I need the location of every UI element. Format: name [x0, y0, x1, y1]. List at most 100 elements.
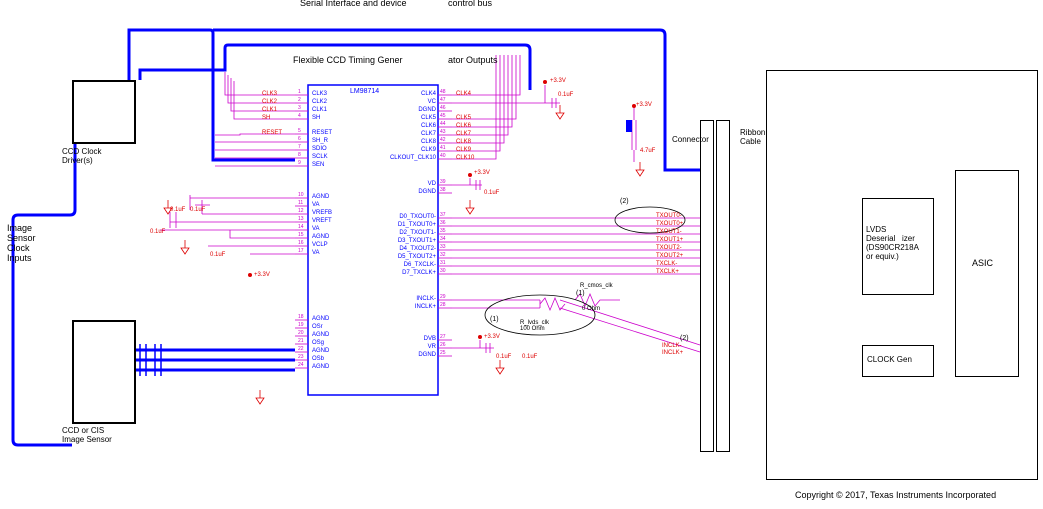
- pin-l-20-num: 20: [298, 330, 304, 336]
- cap-01uf-r4: 0.1uF: [522, 354, 537, 360]
- sig-r-41: CLK9: [456, 147, 471, 153]
- pin-r-43-name: CLK7: [421, 131, 436, 137]
- cap-01uf-r1: 0.1uF: [558, 92, 573, 98]
- pin-l-7-num: 7: [298, 144, 301, 150]
- sig-l-4: SH: [262, 115, 270, 121]
- asic-box: [955, 170, 1019, 377]
- pin-l-13-name: VREFT: [312, 218, 332, 224]
- pin-r-25-num: 25: [440, 350, 446, 356]
- v33-left: +3.3V: [254, 272, 270, 278]
- pin-l-16-num: 16: [298, 240, 304, 246]
- pin-r-32-num: 32: [440, 252, 446, 258]
- pin-l-17-name: VA: [312, 250, 320, 256]
- txout-0: TXOUT0-: [656, 213, 682, 219]
- ccd-sensor-label: CCD or CIS Image Sensor: [62, 426, 112, 444]
- pin-r-39-num: 39: [440, 179, 446, 185]
- pin-l-7-name: SDIO: [312, 146, 327, 152]
- connector-1: [700, 120, 714, 452]
- pin-l-24-name: AGND: [312, 364, 329, 370]
- pin-l-5-name: RESET: [312, 130, 332, 136]
- pin-l-14-num: 14: [298, 224, 304, 230]
- copyright: Copyright © 2017, Texas Instruments Inco…: [795, 490, 996, 500]
- pin-l-24-num: 24: [298, 362, 304, 368]
- sig-r-44: CLK6: [456, 123, 471, 129]
- pin-r-41-num: 41: [440, 145, 446, 151]
- pin-r-30-num: 30: [440, 268, 446, 274]
- pin-r-28-num: 28: [440, 302, 446, 308]
- pin-r-35-num: 35: [440, 228, 446, 234]
- cap-01uf-3: 0.1uF: [150, 229, 165, 235]
- pin-l-2-num: 2: [298, 97, 301, 103]
- pin-r-38-name: DGND: [418, 189, 436, 195]
- r-lvds-label: R_lvds_clk 100 Ohm: [520, 320, 549, 332]
- pin-r-27-num: 27: [440, 334, 446, 340]
- pin-l-12-name: VREFB: [312, 210, 332, 216]
- pin-l-8-name: SCLK: [312, 154, 328, 160]
- pin-l-4-name: SH: [312, 115, 320, 121]
- pin-r-26-name: VR: [428, 344, 436, 350]
- cap-47uf: 4.7uF: [640, 148, 655, 154]
- pin-l-23-num: 23: [298, 354, 304, 360]
- txout-4: TXOUT2-: [656, 245, 682, 251]
- pin-l-6-num: 6: [298, 136, 301, 142]
- sig-r-42: CLK8: [456, 139, 471, 145]
- pin-l-1-name: CLK3: [312, 91, 327, 97]
- pin-r-34-name: D3_TXOUT1+: [398, 238, 436, 244]
- v33-r3: +3.3V: [484, 334, 500, 340]
- pin-l-18-name: AGND: [312, 316, 329, 322]
- pin-r-37-num: 37: [440, 212, 446, 218]
- pin-r-32-name: D5_TXOUT2+: [398, 254, 436, 260]
- pin-r-31-name: D6_TXCLK-: [404, 262, 436, 268]
- subtitle-outputs: ator Outputs: [448, 55, 498, 65]
- r-cmos-label: R_cmos_clk: [580, 283, 613, 289]
- cap-01uf-2: 0.1uF: [190, 207, 205, 213]
- asic-label: ASIC: [972, 258, 993, 268]
- cap-01uf-4: 0.1uF: [210, 252, 225, 258]
- note1a: (1): [490, 316, 499, 323]
- pin-r-47-name: VC: [428, 99, 436, 105]
- ribbon-label: Ribbon Cable: [740, 128, 765, 146]
- clockgen-label: CLOCK Gen: [867, 355, 912, 364]
- pin-l-11-name: VA: [312, 202, 320, 208]
- pin-r-34-num: 34: [440, 236, 446, 242]
- inclk-plus: INCLK+: [662, 350, 683, 356]
- pin-l-18-num: 18: [298, 314, 304, 320]
- pin-l-2-name: CLK2: [312, 99, 327, 105]
- deserializer-label: LVDS Deserial izer (DS90CR218A or equiv.…: [866, 225, 919, 261]
- pin-l-4-num: 4: [298, 113, 301, 119]
- note1b: (1): [576, 290, 585, 297]
- txout-1: TXOUT0+: [656, 221, 683, 227]
- txout-7: TXCLK+: [656, 269, 679, 275]
- pin-r-27-name: DVB: [424, 336, 436, 342]
- sig-l-1: CLK3: [262, 91, 277, 97]
- pin-l-19-num: 19: [298, 322, 304, 328]
- note2b: (2): [680, 335, 689, 342]
- pin-l-12-num: 12: [298, 208, 304, 214]
- title-control: control bus: [448, 0, 492, 8]
- pin-r-26-num: 26: [440, 342, 446, 348]
- sig-r-45: CLK5: [456, 115, 471, 121]
- pin-r-39-name: VD: [428, 181, 436, 187]
- subtitle-timing: Flexible CCD Timing Gener: [293, 55, 403, 65]
- r-0ohm: 0 Ohm: [582, 306, 600, 312]
- pin-l-23-name: OSb: [312, 356, 324, 362]
- pin-l-3-name: CLK1: [312, 107, 327, 113]
- pin-r-44-num: 44: [440, 121, 446, 127]
- pin-l-19-name: OSr: [312, 324, 323, 330]
- pin-r-45-name: CLK5: [421, 115, 436, 121]
- sig-l-2: CLK2: [262, 99, 277, 105]
- ic-partnum: LM98714: [350, 88, 379, 95]
- pin-r-46-num: 46: [440, 105, 446, 111]
- cap-01uf-r2: 0.1uF: [484, 190, 499, 196]
- pin-l-9-name: SEN: [312, 162, 324, 168]
- title-serial: Serial Interface and device: [300, 0, 407, 8]
- pin-r-28-name: INCLK+: [415, 304, 436, 310]
- sig-l-3: CLK1: [262, 107, 277, 113]
- note2a: (2): [620, 198, 629, 205]
- pin-r-30-name: D7_TXCLK+: [402, 270, 436, 276]
- pin-r-36-name: D1_TXOUT0+: [398, 222, 436, 228]
- txout-6: TXCLK-: [656, 261, 677, 267]
- pin-r-46-name: DGND: [418, 107, 436, 113]
- pin-l-1-num: 1: [298, 89, 301, 95]
- pin-r-36-num: 36: [440, 220, 446, 226]
